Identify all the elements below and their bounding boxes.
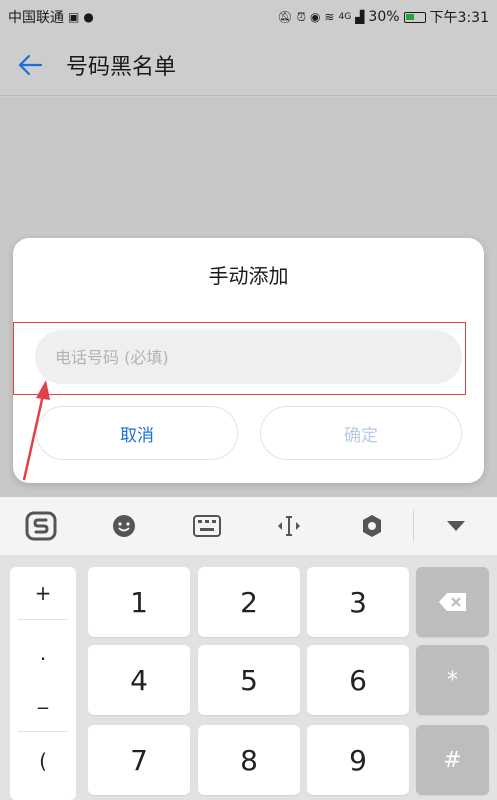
key-7[interactable]: 7 — [88, 725, 190, 795]
dialog-title: 手动添加 — [208, 264, 289, 288]
mute-icon: 🔕︎ — [277, 10, 293, 24]
signal-label: 4G — [338, 11, 352, 22]
key-6[interactable]: 6 — [307, 645, 409, 715]
numeric-keyboard: + . _ ( 1 2 3 4 5 6 * 7 8 9 # — [0, 555, 497, 800]
collapse-icon — [446, 521, 465, 531]
eye-icon: ◉ — [309, 10, 321, 24]
key-2[interactable]: 2 — [198, 567, 300, 637]
key-5[interactable]: 5 — [198, 645, 300, 715]
collapse-keyboard-button[interactable] — [414, 497, 497, 555]
cursor-move-icon — [278, 516, 301, 536]
symbol-column[interactable]: + . _ ( — [10, 567, 76, 800]
carrier-name: 中国联通 — [8, 10, 64, 26]
symbol-key-plus[interactable]: + — [10, 567, 76, 619]
settings-icon — [363, 515, 382, 537]
add-number-dialog: 手动添加 取消 确定 — [13, 238, 484, 483]
emoji-button[interactable] — [83, 497, 166, 555]
sms-icon: ▣ — [68, 10, 80, 24]
status-bar: 中国联通 ▣ ● 🔕︎ ⏰︎ ◉ ≋ 4G ▟ 30% 下午3:31 — [0, 0, 497, 34]
keyboard-settings-button[interactable] — [331, 497, 414, 555]
clock: 下午3:31 — [429, 10, 489, 26]
backspace-key[interactable] — [416, 567, 489, 637]
signal-icon: ▟ — [355, 10, 365, 24]
divider — [18, 731, 68, 732]
phone-input-wrapper — [35, 330, 462, 384]
chat-icon: ● — [83, 10, 94, 24]
phone-number-input[interactable] — [55, 347, 462, 367]
key-1[interactable]: 1 — [88, 567, 190, 637]
hash-key[interactable]: # — [416, 725, 489, 795]
sogou-logo-icon — [25, 511, 57, 541]
key-9[interactable]: 9 — [307, 725, 409, 795]
key-3[interactable]: 3 — [307, 567, 409, 637]
backspace-icon — [438, 593, 466, 611]
keyboard-switch-button[interactable] — [165, 497, 248, 555]
app-bar: 号码黑名单 — [0, 34, 497, 96]
emoji-icon — [113, 515, 135, 537]
keyboard-toolbar — [0, 497, 497, 555]
battery-icon — [403, 11, 426, 23]
symbol-key-paren[interactable]: ( — [10, 735, 76, 787]
star-key[interactable]: * — [416, 645, 489, 715]
cancel-button[interactable]: 取消 — [36, 406, 238, 460]
alarm-icon: ⏰︎ — [296, 10, 306, 24]
keyboard-icon — [192, 515, 221, 537]
key-8[interactable]: 8 — [198, 725, 300, 795]
confirm-button[interactable]: 确定 — [260, 406, 462, 460]
page-title: 号码黑名单 — [66, 54, 177, 80]
key-4[interactable]: 4 — [88, 645, 190, 715]
back-button[interactable] — [0, 34, 60, 96]
sogou-logo-button[interactable] — [0, 497, 83, 555]
wifi-icon: ≋ — [324, 10, 335, 24]
symbol-key-underscore[interactable]: _ — [10, 671, 76, 723]
back-arrow-icon — [18, 54, 43, 75]
battery-percent: 30% — [368, 9, 400, 25]
divider — [18, 619, 68, 620]
cursor-move-button[interactable] — [248, 497, 331, 555]
